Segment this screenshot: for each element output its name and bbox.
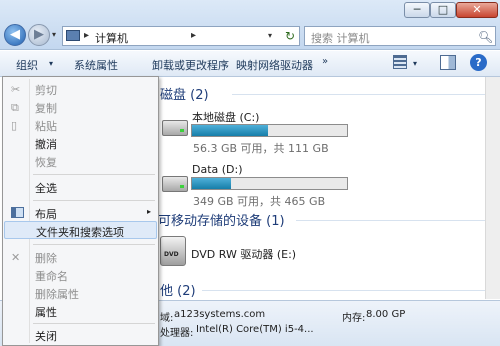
drive-free-space: 56.3 GB 可用，共 111 GB (193, 142, 329, 155)
menu-item-label: 重命名 (35, 270, 68, 283)
preview-pane-icon[interactable] (440, 55, 456, 70)
layout-icon (11, 207, 24, 218)
processor-value: Intel(R) Core(TM) i5-4... (196, 324, 314, 335)
hard-disk-section-header[interactable]: 磁盘 (2) (160, 84, 209, 103)
menu-item-copy[interactable]: ⧉ 复制 (4, 98, 157, 116)
address-dropdown-icon[interactable]: ▾ (268, 31, 272, 40)
refresh-button[interactable]: ↻ (281, 26, 300, 46)
menu-separator (33, 174, 155, 175)
dvd-drive-icon: DVD (160, 236, 186, 266)
menu-item-cut[interactable]: ✂ 剪切 (4, 80, 157, 98)
domain-value: a123systems.com (174, 309, 266, 320)
search-input[interactable]: 搜索 计算机 🔍︎ (304, 26, 496, 46)
menu-item-label: 删除 (35, 252, 57, 265)
section-divider (202, 290, 494, 291)
uninstall-program-button[interactable]: 卸载或更改程序 (152, 57, 229, 73)
clipboard-icon: ▯ (11, 119, 18, 132)
forward-button[interactable]: ▶ (28, 24, 50, 46)
domain-label: 域: (160, 313, 174, 324)
menu-item-select-all[interactable]: 全选 (4, 178, 157, 196)
menu-item-redo[interactable]: 恢复 (4, 152, 157, 170)
menu-item-label: 撤消 (35, 138, 57, 151)
menu-item-layout[interactable]: 布局 ▸ (4, 204, 157, 222)
menu-item-label: 恢复 (35, 156, 57, 169)
change-view-icon[interactable] (393, 55, 407, 69)
menu-item-undo[interactable]: 撤消 (4, 134, 157, 152)
memory-label: 内存: (342, 313, 366, 324)
scissors-icon: ✂ (11, 83, 21, 96)
section-divider (232, 94, 494, 95)
map-network-drive-button[interactable]: 映射网络驱动器 (236, 57, 313, 73)
chevron-down-icon[interactable]: ▾ (49, 59, 53, 68)
menu-separator (33, 323, 155, 324)
maximize-button[interactable]: □ (430, 2, 456, 18)
processor-label: 处理器: (160, 328, 194, 339)
dvd-drive-name: DVD RW 驱动器 (E:) (191, 248, 297, 261)
menu-item-folder-options[interactable]: 文件夹和搜索选项 (4, 221, 157, 239)
menu-item-close[interactable]: 关闭 (4, 326, 157, 344)
more-commands-button[interactable]: » (322, 56, 328, 67)
drive-name: 本地磁盘 (C:) (192, 111, 260, 124)
section-divider (296, 220, 494, 221)
help-button[interactable]: ? (470, 54, 487, 71)
menu-item-label: 文件夹和搜索选项 (36, 226, 124, 239)
copy-icon: ⧉ (11, 101, 19, 114)
menu-item-label: 全选 (35, 182, 57, 195)
computer-icon (66, 30, 80, 41)
organize-button[interactable]: 组织 (16, 57, 38, 73)
removable-storage-section-header[interactable]: 可移动存储的设备 (1) (158, 210, 285, 229)
chevron-down-icon[interactable]: ▾ (413, 59, 417, 68)
back-button[interactable]: ◀ (4, 24, 26, 46)
drive-usage-fill (192, 125, 268, 136)
search-icon[interactable]: 🔍︎ (478, 30, 493, 44)
menu-item-delete[interactable]: ✕ 删除 (4, 248, 157, 266)
drive-name: Data (D:) (192, 163, 243, 176)
submenu-arrow-icon: ▸ (147, 207, 152, 216)
drive-usage-fill (192, 178, 231, 189)
breadcrumb-separator[interactable]: ▸ (191, 30, 196, 41)
organize-menu: ✂ 剪切 ⧉ 复制 ▯ 粘贴 撤消 恢复 全选 布局 ▸ 文件夹和搜索选项 ✕ … (2, 76, 159, 346)
hard-drive-icon (162, 176, 188, 192)
memory-value: 8.00 GP (366, 309, 406, 320)
menu-separator (33, 200, 155, 201)
menu-item-label: 粘贴 (35, 120, 57, 133)
menu-item-rename[interactable]: 重命名 (4, 266, 157, 284)
menu-item-label: 复制 (35, 102, 57, 115)
other-section-header[interactable]: 他 (2) (160, 280, 196, 299)
menu-item-label: 剪切 (35, 84, 57, 97)
drive-usage-bar (191, 124, 348, 137)
drive-usage-bar (191, 177, 348, 190)
command-toolbar: 组织 ▾ 系统属性 卸载或更改程序 映射网络驱动器 » ▾ ? (0, 51, 500, 77)
menu-item-properties[interactable]: 属性 (4, 302, 157, 320)
close-button[interactable]: ✕ (456, 2, 498, 18)
menu-item-label: 关闭 (35, 330, 57, 343)
recent-pages-dropdown[interactable]: ▾ (52, 30, 56, 39)
menu-item-remove-properties[interactable]: 删除属性 (4, 284, 157, 302)
delete-icon: ✕ (11, 251, 21, 264)
drive-free-space: 349 GB 可用，共 465 GB (193, 195, 326, 208)
menu-item-label: 删除属性 (35, 288, 79, 301)
title-bar: ─ □ ✕ ◀ ▶ ▾ ▸ 计算机 ▸ ▾ ↻ 搜索 计算机 🔍︎ (0, 0, 500, 50)
system-properties-button[interactable]: 系统属性 (74, 57, 118, 73)
menu-item-label: 属性 (35, 306, 57, 319)
search-placeholder: 搜索 计算机 (311, 32, 370, 45)
dvd-icon-label: DVD (164, 251, 179, 258)
hard-drive-icon (162, 120, 188, 136)
menu-separator (33, 244, 155, 245)
minimize-button[interactable]: ─ (404, 2, 430, 18)
menu-item-label: 布局 (35, 208, 57, 221)
address-bar[interactable]: ▸ 计算机 ▸ (62, 26, 300, 46)
breadcrumb-computer[interactable]: 计算机 (95, 30, 128, 46)
breadcrumb-separator[interactable]: ▸ (84, 30, 89, 41)
vertical-scrollbar[interactable] (485, 77, 500, 299)
menu-item-paste[interactable]: ▯ 粘贴 (4, 116, 157, 134)
